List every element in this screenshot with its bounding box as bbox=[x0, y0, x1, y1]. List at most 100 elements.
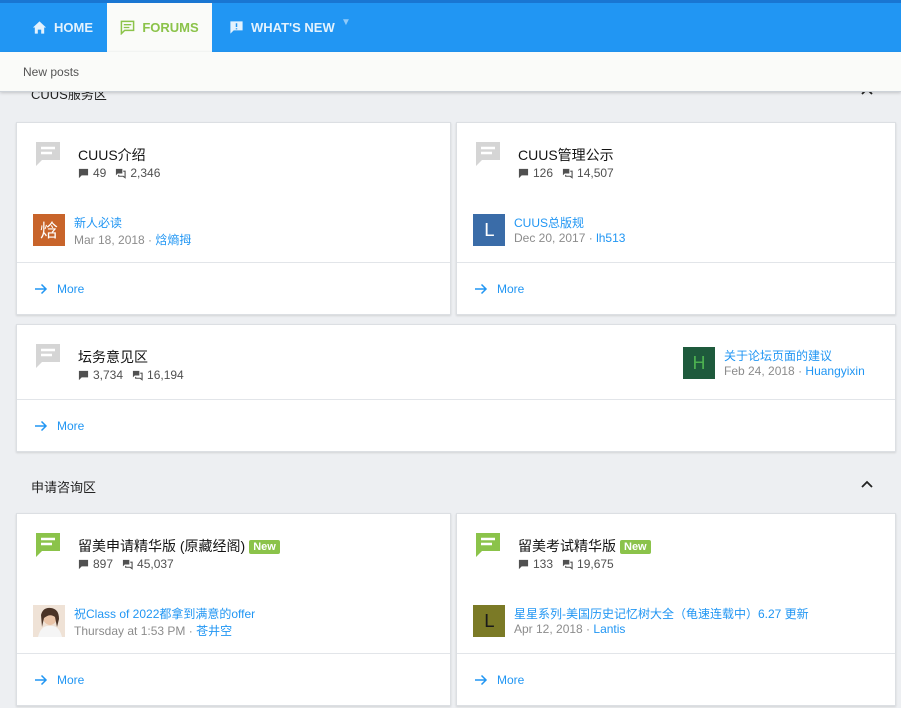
more-label: More bbox=[57, 281, 85, 296]
latest-post-date: Apr 12, 2018 bbox=[514, 622, 583, 636]
more-label: More bbox=[57, 418, 85, 433]
chevron-down-icon[interactable]: ▼ bbox=[341, 17, 351, 28]
arrow-right-icon bbox=[475, 674, 488, 685]
latest-post-title[interactable]: 祝Class of 2022都拿到满意的offer bbox=[74, 605, 255, 622]
forum-title-text: 留美申请精华版 (原藏经阁) bbox=[78, 538, 246, 554]
more-label: More bbox=[497, 672, 525, 687]
forum-card: 留美考试精华版 New 133 19,675 L 星星系列-美国历史记忆树大全（龟… bbox=[456, 513, 896, 706]
threads-icon bbox=[518, 168, 529, 178]
messages-icon bbox=[562, 168, 573, 179]
latest-post-date: Feb 24, 2018 bbox=[724, 364, 795, 378]
forum-comment-icon bbox=[36, 533, 60, 557]
messages-icon bbox=[116, 168, 126, 179]
more-link[interactable]: More bbox=[17, 262, 450, 314]
nav-tab-whats-new[interactable]: WHAT'S NEW bbox=[229, 3, 335, 52]
avatar[interactable]: 焓 bbox=[33, 214, 65, 246]
sub-navbar: New posts bbox=[0, 52, 901, 92]
nav-tab-forums-label: FORUMS bbox=[142, 20, 199, 35]
messages-icon bbox=[562, 559, 573, 570]
nav-tab-forums[interactable]: FORUMS bbox=[107, 3, 212, 52]
threads-count: 49 bbox=[93, 166, 107, 180]
forum-card: 坛务意见区 3,734 16,194 H 关于论坛页面的建议 Feb 24, 2… bbox=[16, 324, 896, 452]
forum-title[interactable]: 留美申请精华版 (原藏经阁) New bbox=[78, 536, 280, 556]
more-link[interactable]: More bbox=[457, 653, 895, 705]
forum-title[interactable]: 留美考试精华版 New bbox=[518, 536, 651, 556]
threads-count: 3,734 bbox=[93, 368, 124, 382]
forum-comment-icon bbox=[476, 533, 500, 557]
nav-tab-whats-new-label: WHAT'S NEW bbox=[251, 20, 335, 35]
nav-tab-home[interactable]: HOME bbox=[32, 3, 93, 52]
more-link[interactable]: More bbox=[17, 653, 450, 705]
forum-stats: 897 45,037 bbox=[78, 557, 174, 571]
latest-post-user[interactable]: 焓熵拇 bbox=[155, 233, 191, 247]
arrow-right-icon bbox=[35, 420, 48, 431]
forum-stats: 133 19,675 bbox=[518, 557, 614, 571]
new-badge: New bbox=[620, 540, 651, 554]
more-label: More bbox=[57, 672, 85, 687]
latest-post-user[interactable]: lh513 bbox=[596, 231, 625, 245]
threads-icon bbox=[78, 370, 89, 380]
latest-post-user[interactable]: Lantis bbox=[593, 622, 625, 636]
alert-message-icon bbox=[230, 21, 243, 34]
messages-count: 19,675 bbox=[577, 557, 614, 571]
latest-post-user[interactable]: 苍井空 bbox=[196, 624, 232, 638]
forum-title[interactable]: CUUS管理公示 bbox=[518, 145, 614, 165]
forum-title-text: 留美考试精华版 bbox=[518, 538, 616, 554]
messages-count: 45,037 bbox=[137, 557, 174, 571]
forum-comment-icon bbox=[36, 344, 60, 368]
avatar[interactable] bbox=[33, 605, 65, 637]
more-link[interactable]: More bbox=[17, 399, 895, 451]
subnav-new-posts-link[interactable]: New posts bbox=[23, 65, 79, 79]
threads-count: 133 bbox=[533, 557, 554, 571]
arrow-right-icon bbox=[35, 674, 48, 685]
forum-stats: 49 2,346 bbox=[78, 166, 160, 180]
avatar[interactable]: L bbox=[473, 214, 505, 246]
latest-post-meta: Feb 24, 2018 · Huangyixin bbox=[724, 364, 865, 378]
latest-post-meta: Mar 18, 2018 · 焓熵拇 bbox=[74, 233, 192, 247]
latest-post-title[interactable]: 关于论坛页面的建议 bbox=[724, 347, 832, 364]
latest-post-title[interactable]: CUUS总版规 bbox=[514, 214, 584, 231]
latest-post-title[interactable]: 星星系列-美国历史记忆树大全（龟速连载中）6.27 更新 bbox=[514, 605, 809, 622]
forum-card: 留美申请精华版 (原藏经阁) New 897 45,037 祝Class of 2… bbox=[16, 513, 451, 706]
latest-post-date: Thursday at 1:53 PM bbox=[74, 624, 186, 638]
messages-icon bbox=[132, 370, 143, 381]
threads-count: 897 bbox=[93, 557, 114, 571]
more-link[interactable]: More bbox=[457, 262, 895, 314]
latest-post-user[interactable]: Huangyixin bbox=[805, 364, 864, 378]
forum-stats: 3,734 16,194 bbox=[78, 368, 184, 382]
latest-post-meta: Thursday at 1:53 PM · 苍井空 bbox=[74, 624, 233, 638]
forum-title[interactable]: CUUS介绍 bbox=[78, 145, 146, 165]
latest-post-meta: Apr 12, 2018 · Lantis bbox=[514, 622, 626, 636]
latest-post-date: Dec 20, 2017 bbox=[514, 231, 586, 245]
forum-stats: 126 14,507 bbox=[518, 166, 614, 180]
arrow-right-icon bbox=[35, 283, 48, 294]
top-navbar: HOME FORUMS WHAT'S NEW ▼ bbox=[0, 0, 901, 52]
threads-icon bbox=[518, 559, 529, 569]
forum-comment-icon bbox=[120, 20, 135, 35]
chevron-up-icon[interactable] bbox=[859, 477, 875, 491]
messages-count: 2,346 bbox=[130, 166, 161, 180]
category-title: 申请咨询区 bbox=[31, 480, 97, 495]
messages-count: 16,194 bbox=[147, 368, 184, 382]
more-label: More bbox=[497, 281, 525, 296]
forum-card: CUUS管理公示 126 14,507 L CUUS总版规 Dec 20, 20… bbox=[456, 122, 896, 315]
forum-comment-icon bbox=[36, 142, 60, 166]
home-icon bbox=[32, 21, 47, 34]
arrow-right-icon bbox=[475, 283, 488, 294]
threads-icon bbox=[78, 168, 89, 178]
nav-tab-home-label: HOME bbox=[54, 20, 93, 35]
messages-icon bbox=[122, 559, 133, 570]
forum-title[interactable]: 坛务意见区 bbox=[78, 347, 148, 367]
forum-card: CUUS介绍 49 2,346 焓 新人必读 Mar 18, 2018 · 焓熵… bbox=[16, 122, 451, 315]
threads-icon bbox=[78, 559, 89, 569]
forum-comment-icon bbox=[476, 142, 500, 166]
avatar[interactable]: H bbox=[683, 347, 715, 379]
latest-post-date: Mar 18, 2018 bbox=[74, 233, 145, 247]
latest-post-meta: Dec 20, 2017 · lh513 bbox=[514, 231, 626, 245]
latest-post-title[interactable]: 新人必读 bbox=[74, 214, 122, 231]
avatar[interactable]: L bbox=[473, 605, 505, 637]
user-photo-icon bbox=[33, 605, 65, 637]
messages-count: 14,507 bbox=[577, 166, 614, 180]
threads-count: 126 bbox=[533, 166, 554, 180]
new-badge: New bbox=[249, 540, 280, 554]
